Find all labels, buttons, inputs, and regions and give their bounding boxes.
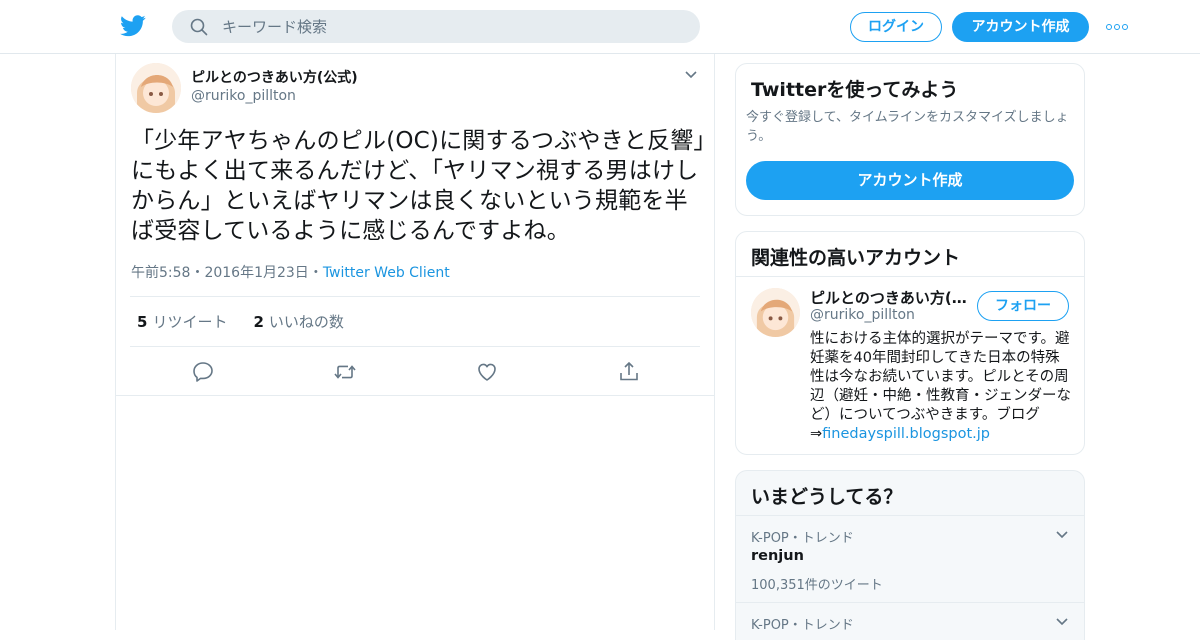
chevron-down-icon[interactable]	[1055, 617, 1069, 627]
chevron-down-icon[interactable]	[1055, 530, 1069, 540]
like-stat-label: いいねの数	[268, 313, 344, 331]
bio-link[interactable]: finedayspill.blogspot.jp	[822, 426, 990, 442]
retweet-stat-label: リツイート	[152, 313, 228, 331]
follow-button[interactable]: フォロー	[977, 291, 1069, 321]
divider	[130, 346, 700, 347]
avatar-illustration-icon	[751, 288, 800, 337]
avatar[interactable]	[751, 288, 800, 337]
top-navigation-bar: ログイン アカウント作成	[0, 0, 1200, 54]
related-account-bio: 性における主体的選択がテーマです。避妊薬を40年間封印してきた日本の特殊性は今な…	[810, 330, 1072, 444]
login-button[interactable]: ログイン	[850, 12, 942, 42]
tweet-timestamp: 午前5:58・2016年1月23日・Twitter Web Client	[131, 262, 450, 282]
card-title: 関連性の高いアカウント	[751, 247, 961, 269]
related-account-name[interactable]: ピルとのつきあい方(公式)	[810, 287, 970, 308]
avatar[interactable]	[131, 63, 181, 113]
divider	[736, 276, 1084, 277]
tweet-author-name[interactable]: ピルとのつきあい方(公式)	[191, 67, 358, 87]
tweet-time[interactable]: 午前5:58	[131, 265, 190, 281]
trend-context: K-POP・トレンド	[751, 618, 854, 633]
heart-icon[interactable]	[475, 360, 499, 384]
card-title: Twitterを使ってみよう	[751, 79, 959, 101]
tweet-permalink: ピルとのつきあい方(公式) @ruriko_pillton 「少年アヤちゃんのピ…	[115, 54, 715, 630]
meta-separator: ・	[190, 265, 205, 281]
share-icon[interactable]	[617, 360, 641, 384]
meta-separator: ・	[308, 265, 323, 281]
divider	[130, 296, 700, 297]
tweet-stats: 5 リツイート 2 いいねの数	[137, 311, 344, 332]
retweet-stat[interactable]: 5 リツイート	[137, 313, 227, 331]
more-options-icon[interactable]	[1106, 17, 1132, 37]
chevron-down-icon[interactable]	[684, 70, 698, 80]
search-box[interactable]	[172, 10, 700, 43]
retweet-count: 5	[137, 313, 148, 331]
avatar-illustration-icon	[131, 63, 181, 113]
tweet-date[interactable]: 2016年1月23日	[204, 265, 308, 281]
tweet-action-bar	[116, 358, 716, 388]
divider	[116, 395, 714, 396]
trend-name[interactable]: renjun	[751, 548, 804, 564]
trend-tweet-count: 100,351件のツイート	[751, 578, 883, 593]
divider	[736, 602, 1084, 603]
related-account-handle[interactable]: @ruriko_pillton	[810, 307, 915, 323]
signup-promo-card: Twitterを使ってみよう 今すぐ登録して、タイムラインをカスタマイズしましょ…	[735, 63, 1085, 216]
retweet-icon[interactable]	[333, 360, 357, 384]
signup-button[interactable]: アカウント作成	[952, 12, 1089, 42]
tweet-source-link[interactable]: Twitter Web Client	[323, 265, 450, 281]
tweet-author-handle[interactable]: @ruriko_pillton	[191, 88, 296, 104]
search-icon	[190, 18, 208, 36]
related-accounts-card: 関連性の高いアカウント ピルとのつきあい方(公式) @ruriko_pillto…	[735, 231, 1085, 455]
like-count: 2	[253, 313, 264, 331]
search-input[interactable]	[222, 10, 682, 43]
card-description: 今すぐ登録して、タイムラインをカスタマイズしましょう。	[746, 110, 1069, 144]
tweet-text: 「少年アヤちゃんのピル(OC)に関するつぶやきと反響」にもよく出て来るんだけど、…	[131, 128, 706, 244]
trends-card: いまどうしてる？ K-POP・トレンド renjun 100,351件のツイート…	[735, 470, 1085, 640]
like-stat[interactable]: 2 いいねの数	[253, 313, 343, 331]
reply-icon[interactable]	[191, 360, 215, 384]
card-title: いまどうしてる？	[751, 486, 903, 508]
trend-context: K-POP・トレンド	[751, 531, 854, 546]
twitter-bird-icon[interactable]	[120, 14, 146, 38]
create-account-button[interactable]: アカウント作成	[746, 161, 1074, 200]
divider	[736, 515, 1084, 516]
